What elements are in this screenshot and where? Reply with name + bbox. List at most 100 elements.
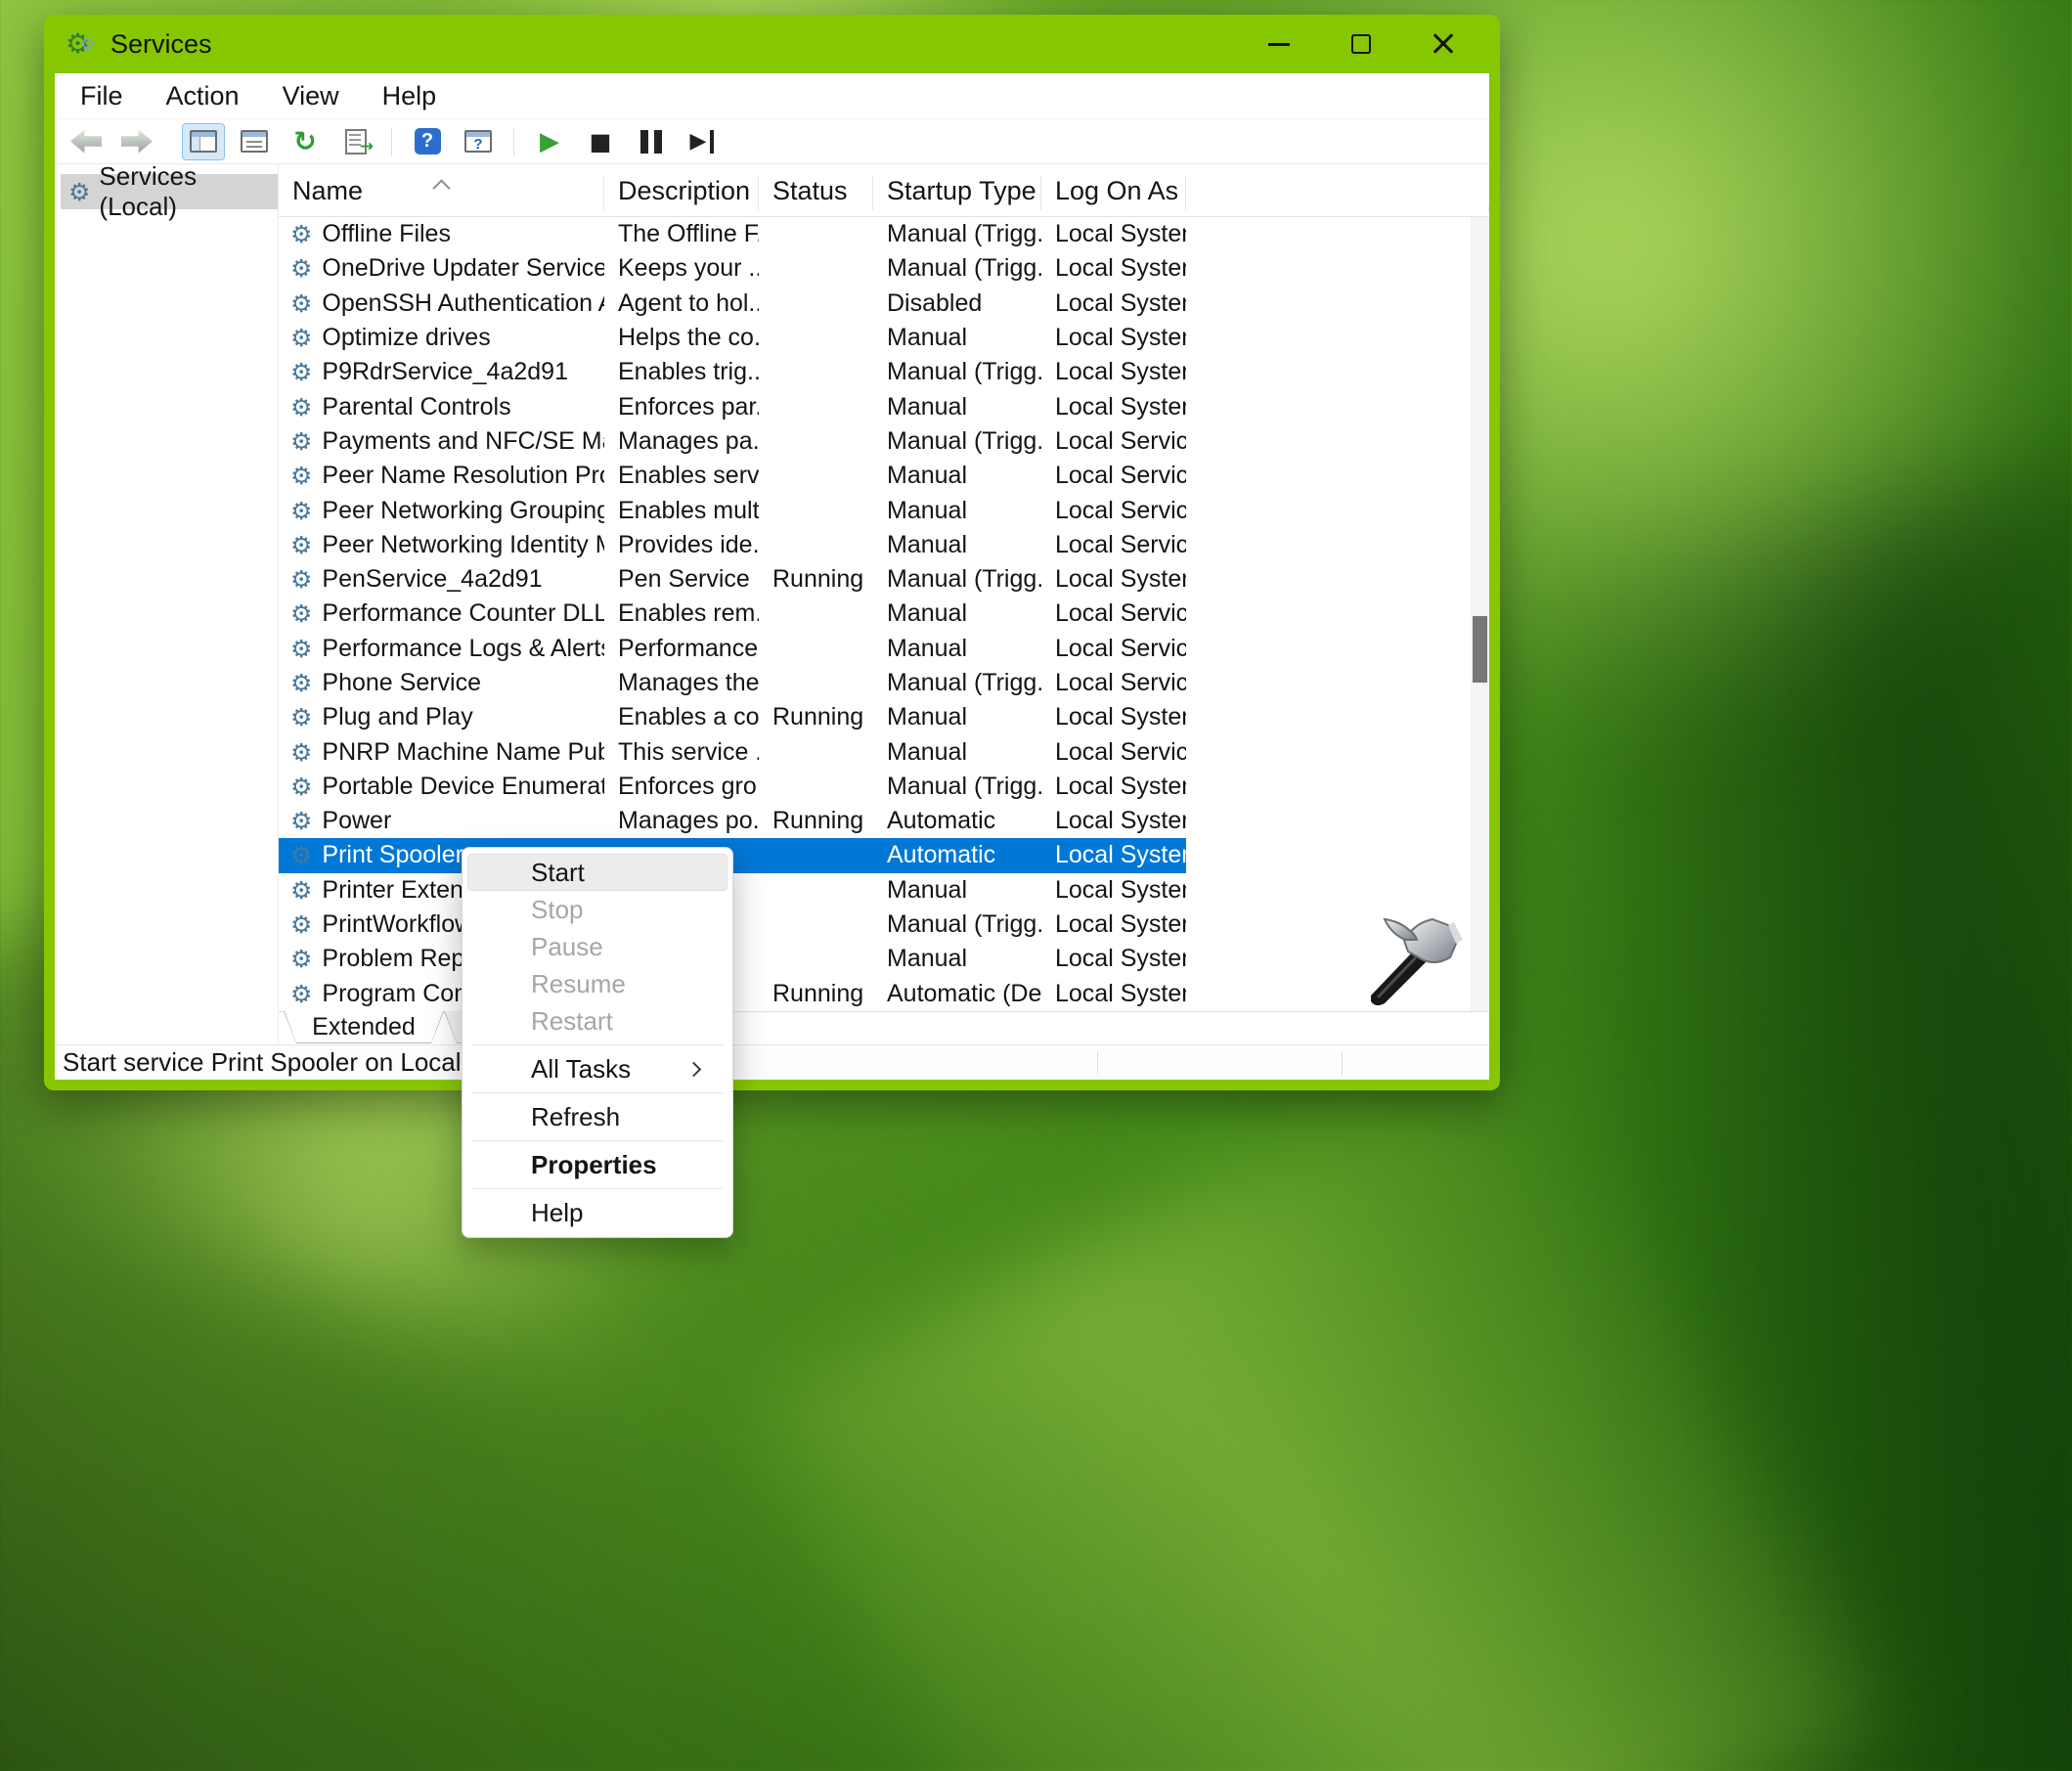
table-row[interactable]: ⚙PrintWorkflow_4Manual (Trigg...Local Sy… xyxy=(279,908,1489,942)
stop-service-button[interactable]: ■ xyxy=(579,123,622,160)
service-description-cell: The Offline F... xyxy=(604,220,759,248)
service-startup-cell: Manual (Trigg... xyxy=(873,220,1041,248)
context-menu-item-start[interactable]: Start xyxy=(467,854,727,891)
table-row[interactable]: ⚙Optimize drivesHelps the co...ManualLoc… xyxy=(279,321,1489,355)
column-header-startup-type[interactable]: Startup Type xyxy=(873,176,1041,216)
service-startup-cell: Manual (Trigg... xyxy=(873,427,1041,456)
minimize-button[interactable] xyxy=(1256,22,1302,66)
sidebar-item-services-local[interactable]: ⚙ Services (Local) xyxy=(61,174,278,209)
service-description-cell: Enforces par... xyxy=(604,393,759,421)
service-name-cell: ⚙Parental Controls xyxy=(279,393,604,421)
service-logon-cell: Local System xyxy=(1041,910,1186,939)
pause-service-button[interactable] xyxy=(630,123,673,160)
table-row[interactable]: ⚙OpenSSH Authentication Age...Agent to h… xyxy=(279,287,1489,321)
column-header-log-on-as[interactable]: Log On As xyxy=(1041,176,1186,216)
service-name: Peer Name Resolution Proto... xyxy=(322,462,604,490)
table-row[interactable]: ⚙Performance Counter DLL HostEnables rem… xyxy=(279,597,1489,631)
service-startup-cell: Manual (Trigg... xyxy=(873,910,1041,939)
menu-separator xyxy=(472,1140,723,1141)
help-topics-button[interactable]: ? xyxy=(457,123,500,160)
properties-window-button[interactable] xyxy=(233,123,276,160)
service-name: Peer Networking Grouping xyxy=(322,497,604,525)
service-description-cell: Enables a co... xyxy=(604,703,759,731)
table-row[interactable]: ⚙Performance Logs & AlertsPerformance...… xyxy=(279,632,1489,666)
context-menu: StartStopPauseResumeRestartAll TasksRefr… xyxy=(462,847,733,1238)
table-row[interactable]: ⚙OneDrive Updater ServiceKeeps your ...M… xyxy=(279,251,1489,286)
menu-help[interactable]: Help xyxy=(361,73,459,118)
services-node-icon: ⚙ xyxy=(68,180,90,204)
back-arrow-icon xyxy=(70,130,102,154)
wallpaper-grass-blade xyxy=(756,1024,1884,1771)
table-row[interactable]: ⚙Portable Device Enumerator ...Enforces … xyxy=(279,770,1489,804)
service-logon-cell: Local Service xyxy=(1041,738,1186,767)
close-icon xyxy=(1432,32,1455,56)
service-name-cell: ⚙OpenSSH Authentication Age... xyxy=(279,289,604,318)
table-row[interactable]: ⚙PowerManages po...RunningAutomaticLocal… xyxy=(279,804,1489,838)
scrollbar-thumb[interactable] xyxy=(1473,616,1487,683)
service-gear-icon: ⚙ xyxy=(290,878,312,903)
table-row[interactable]: ⚙Problem ReportManualLocal System xyxy=(279,942,1489,976)
column-header-status[interactable]: Status xyxy=(759,176,873,216)
services-list-pane: Name Description Status Startup Type Log… xyxy=(279,164,1489,1044)
table-row[interactable]: ⚙Parental ControlsEnforces par...ManualL… xyxy=(279,389,1489,423)
table-row[interactable]: ⚙Program CompaRunningAutomatic (De...Loc… xyxy=(279,977,1489,1011)
service-name: Parental Controls xyxy=(322,393,510,421)
table-row[interactable]: ⚙Offline FilesThe Offline F...Manual (Tr… xyxy=(279,217,1489,251)
service-status-cell: Running xyxy=(759,807,873,835)
forward-button[interactable] xyxy=(115,123,158,160)
service-logon-cell: Local Service xyxy=(1041,669,1186,697)
context-menu-item-refresh[interactable]: Refresh xyxy=(467,1098,727,1135)
help-button[interactable]: ? xyxy=(406,123,449,160)
close-button[interactable] xyxy=(1420,22,1467,66)
menu-view[interactable]: View xyxy=(261,73,361,118)
service-rows: ⚙ Offline Files The Offline F... Manual (Tr… xyxy=(279,217,1489,1011)
toolbar-separator xyxy=(391,128,392,155)
restart-service-button[interactable]: ▶ xyxy=(681,123,724,160)
table-row[interactable]: ⚙Print SpoolerAutomaticLocal System xyxy=(279,838,1489,872)
service-gear-icon: ⚙ xyxy=(290,326,312,350)
column-header-name[interactable]: Name xyxy=(279,176,604,216)
menu-file[interactable]: File xyxy=(59,73,145,118)
table-row[interactable]: ⚙Peer Name Resolution Proto...Enables se… xyxy=(279,459,1489,493)
start-service-icon: ▶ xyxy=(540,129,559,155)
back-button[interactable] xyxy=(65,123,108,160)
show-console-tree-button[interactable] xyxy=(182,123,225,160)
start-service-button[interactable]: ▶ xyxy=(528,123,571,160)
vertical-scrollbar[interactable] xyxy=(1471,217,1489,1011)
window-title: Services xyxy=(110,29,212,60)
context-menu-item-properties[interactable]: Properties xyxy=(467,1146,727,1183)
refresh-button[interactable]: ↻ xyxy=(284,123,327,160)
menu-action[interactable]: Action xyxy=(145,73,261,118)
context-menu-item-all-tasks[interactable]: All Tasks xyxy=(467,1050,727,1087)
table-row[interactable]: ⚙Phone ServiceManages the...Manual (Trig… xyxy=(279,666,1489,700)
table-row[interactable]: ⚙P9RdrService_4a2d91Enables trig...Manua… xyxy=(279,355,1489,389)
service-name-cell: ⚙Portable Device Enumerator ... xyxy=(279,773,604,801)
table-row[interactable]: ⚙Plug and PlayEnables a co...RunningManu… xyxy=(279,700,1489,734)
export-list-button[interactable]: → xyxy=(334,123,377,160)
service-status-cell: Running xyxy=(759,703,873,731)
tab-extended[interactable]: Extended xyxy=(284,1011,444,1043)
table-row[interactable]: ⚙PNRP Machine Name Publica...This servic… xyxy=(279,734,1489,769)
service-description-cell: Enables trig... xyxy=(604,358,759,386)
service-logon-cell: Local System xyxy=(1041,565,1186,594)
service-name: PenService_4a2d91 xyxy=(322,565,542,594)
context-menu-item-help[interactable]: Help xyxy=(467,1194,727,1231)
menu-item-label: Help xyxy=(531,1198,583,1228)
column-header-description[interactable]: Description xyxy=(604,176,759,216)
service-name: Offline Files xyxy=(322,220,451,248)
table-row[interactable]: ⚙PenService_4a2d91Pen ServiceRunningManu… xyxy=(279,562,1489,597)
service-description-cell: Manages po... xyxy=(604,807,759,835)
menu-item-label: Restart xyxy=(531,1006,613,1037)
table-row[interactable]: ⚙Printer ExtensionManualLocal System xyxy=(279,873,1489,908)
service-logon-cell: Local Service xyxy=(1041,531,1186,559)
service-description-cell: Enforces gro... xyxy=(604,773,759,801)
title-bar[interactable]: ⚙ ⚙ Services xyxy=(44,15,1500,73)
table-row[interactable]: ⚙Peer Networking Identity Ma...Provides … xyxy=(279,528,1489,562)
table-row[interactable]: ⚙Payments and NFC/SE Mana...Manages pa..… xyxy=(279,424,1489,459)
sidebar-item-label: Services (Local) xyxy=(99,161,264,222)
service-name-cell: ⚙Payments and NFC/SE Mana... xyxy=(279,427,604,456)
maximize-icon xyxy=(1351,34,1371,54)
table-row[interactable]: ⚙Peer Networking GroupingEnables mult...… xyxy=(279,493,1489,527)
pause-service-icon xyxy=(640,130,662,154)
maximize-button[interactable] xyxy=(1338,22,1385,66)
